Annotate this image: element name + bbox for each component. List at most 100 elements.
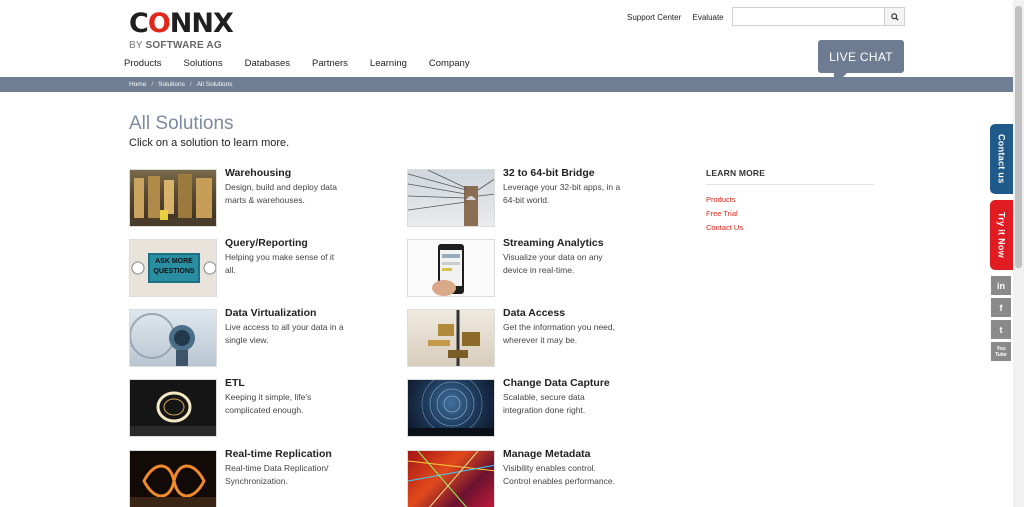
solution-text: Data Access Get the information you need… xyxy=(503,307,623,367)
solution-text: Streaming Analytics Visualize your data … xyxy=(503,237,623,297)
solution-32-to-64-bit-bridge[interactable]: 32 to 64-bit Bridge Leverage your 32-bit… xyxy=(407,167,623,227)
solution-title[interactable]: Query/Reporting xyxy=(225,237,345,250)
nav-products[interactable]: Products xyxy=(124,58,162,69)
breadcrumb-current: All Solutions xyxy=(196,81,233,88)
solution-description: Real-time Data Replication/ Synchronizat… xyxy=(225,463,329,486)
solution-description: Design, build and deploy data marts & wa… xyxy=(225,182,337,205)
solution-description: Scalable, secure data integration done r… xyxy=(503,392,586,415)
solution-text: Query/Reporting Helping you make sense o… xyxy=(225,237,345,297)
bridge-image[interactable] xyxy=(407,169,495,227)
data-access-image[interactable] xyxy=(407,309,495,367)
solution-title[interactable]: ETL xyxy=(225,377,345,390)
data-virtualization-image[interactable] xyxy=(129,309,217,367)
learn-more-heading: LEARN MORE xyxy=(706,168,874,185)
learn-more-contact-us-link[interactable]: Contact Us xyxy=(706,223,874,232)
solution-title[interactable]: Change Data Capture xyxy=(503,377,623,390)
solution-title[interactable]: Data Access xyxy=(503,307,623,320)
support-center-link[interactable]: Support Center xyxy=(627,13,681,22)
facebook-icon[interactable]: f xyxy=(991,298,1011,317)
page-title: All Solutions xyxy=(129,113,234,134)
light-infinity-graphic xyxy=(130,464,216,507)
page-scrollbar[interactable] xyxy=(1013,0,1024,507)
solution-change-data-capture[interactable]: Change Data Capture Scalable, secure dat… xyxy=(407,377,623,437)
search-box xyxy=(732,7,905,26)
solution-description: Keeping it simple, life's complicated en… xyxy=(225,392,312,415)
star-trails-graphic xyxy=(408,380,494,436)
solution-manage-metadata[interactable]: Manage Metadata Visibility enables contr… xyxy=(407,448,623,507)
change-data-capture-image[interactable] xyxy=(407,379,495,437)
breadcrumb-separator: / xyxy=(151,81,154,88)
twitter-icon[interactable]: t xyxy=(991,320,1011,339)
solution-real-time-replication[interactable]: Real-time Replication Real-time Data Rep… xyxy=(129,448,345,507)
page-subtitle: Click on a solution to learn more. xyxy=(129,137,290,149)
linkedin-icon[interactable]: in xyxy=(991,276,1011,295)
solution-title[interactable]: Streaming Analytics xyxy=(503,237,623,250)
main-nav: Products Solutions Databases Partners Le… xyxy=(124,58,492,69)
nav-company[interactable]: Company xyxy=(429,58,470,69)
scrollbar-thumb[interactable] xyxy=(1015,6,1022,268)
streaming-analytics-image[interactable] xyxy=(407,239,495,297)
solution-streaming-analytics[interactable]: Streaming Analytics Visualize your data … xyxy=(407,237,623,297)
solution-description: Get the information you need, wherever i… xyxy=(503,322,615,345)
try-it-now-tab[interactable]: Try it Now xyxy=(990,200,1013,270)
nav-partners[interactable]: Partners xyxy=(312,58,348,69)
phone-in-hand-graphic xyxy=(432,244,464,296)
solution-text: Real-time Replication Real-time Data Rep… xyxy=(225,448,345,507)
learn-more-products-link[interactable]: Products xyxy=(706,195,874,204)
logo-wordmark: CONNX xyxy=(129,8,234,39)
search-button[interactable] xyxy=(884,8,904,25)
evaluate-link[interactable]: Evaluate xyxy=(693,13,724,22)
solution-data-access[interactable]: Data Access Get the information you need… xyxy=(407,307,623,367)
warehouse-shelves-graphic xyxy=(130,174,216,226)
youtube-icon[interactable]: You Tube xyxy=(991,342,1011,361)
contact-us-tab-label: Contact us xyxy=(996,134,1007,184)
solution-data-virtualization[interactable]: Data Virtualization Live access to all y… xyxy=(129,307,345,367)
try-it-now-tab-label: Try it Now xyxy=(996,211,1007,258)
contact-us-tab[interactable]: Contact us xyxy=(990,124,1013,194)
learn-more-panel: LEARN MORE Products Free Trial Contact U… xyxy=(706,168,874,232)
search-input[interactable] xyxy=(733,8,884,25)
solution-title[interactable]: Warehousing xyxy=(225,167,345,180)
solution-description: Live access to all your data in a single… xyxy=(225,322,344,345)
bridge-cables-graphic xyxy=(408,170,494,226)
solution-text: ETL Keeping it simple, life's complicate… xyxy=(225,377,345,437)
solution-text: Warehousing Design, build and deploy dat… xyxy=(225,167,345,227)
warehousing-image[interactable] xyxy=(129,169,217,227)
solution-description: Visualize your data on any device in rea… xyxy=(503,252,603,275)
real-time-replication-image[interactable] xyxy=(129,450,217,507)
keys-and-locks-graphic xyxy=(428,310,480,366)
solution-title[interactable]: 32 to 64-bit Bridge xyxy=(503,167,623,180)
solution-description: Helping you make sense of it all. xyxy=(225,252,335,275)
nav-solutions[interactable]: Solutions xyxy=(184,58,223,69)
solution-text: Change Data Capture Scalable, secure dat… xyxy=(503,377,623,437)
light-ring-graphic xyxy=(130,391,216,436)
search-icon xyxy=(890,12,899,21)
solution-title[interactable]: Real-time Replication xyxy=(225,448,345,461)
abstract-lights-graphic xyxy=(408,451,494,507)
solution-etl[interactable]: ETL Keeping it simple, life's complicate… xyxy=(129,377,345,437)
manage-metadata-image[interactable] xyxy=(407,450,495,507)
solution-query-reporting[interactable]: ASK MORE QUESTIONS Query/Reporting Helpi… xyxy=(129,237,345,297)
learn-more-free-trial-link[interactable]: Free Trial xyxy=(706,209,874,218)
solution-title[interactable]: Manage Metadata xyxy=(503,448,623,461)
query-reporting-image[interactable]: ASK MORE QUESTIONS xyxy=(129,239,217,297)
solution-text: 32 to 64-bit Bridge Leverage your 32-bit… xyxy=(503,167,623,227)
breadcrumb: Home / Solutions / All Solutions xyxy=(129,81,233,88)
solution-title[interactable]: Data Virtualization xyxy=(225,307,345,320)
logo-tagline: BY SOFTWARE AG xyxy=(129,40,222,51)
page: CONNX BY SOFTWARE AG Support Center Eval… xyxy=(0,0,1024,507)
breadcrumb-home[interactable]: Home xyxy=(129,81,146,88)
breadcrumb-solutions[interactable]: Solutions xyxy=(158,81,185,88)
connx-logo[interactable]: CONNX BY SOFTWARE AG xyxy=(129,8,234,52)
solution-description: Visibility enables control. Control enab… xyxy=(503,463,615,486)
nav-learning[interactable]: Learning xyxy=(370,58,407,69)
binocular-viewer-graphic xyxy=(130,313,195,366)
breadcrumb-separator: / xyxy=(189,81,192,88)
top-links: Support Center Evaluate xyxy=(627,13,733,22)
etl-image[interactable] xyxy=(129,379,217,437)
live-chat-button[interactable]: LIVE CHAT xyxy=(818,40,904,86)
ask-more-questions-text: ASK MORE QUESTIONS xyxy=(153,258,195,275)
nav-databases[interactable]: Databases xyxy=(245,58,290,69)
solution-text: Manage Metadata Visibility enables contr… xyxy=(503,448,623,507)
solution-warehousing[interactable]: Warehousing Design, build and deploy dat… xyxy=(129,167,345,227)
